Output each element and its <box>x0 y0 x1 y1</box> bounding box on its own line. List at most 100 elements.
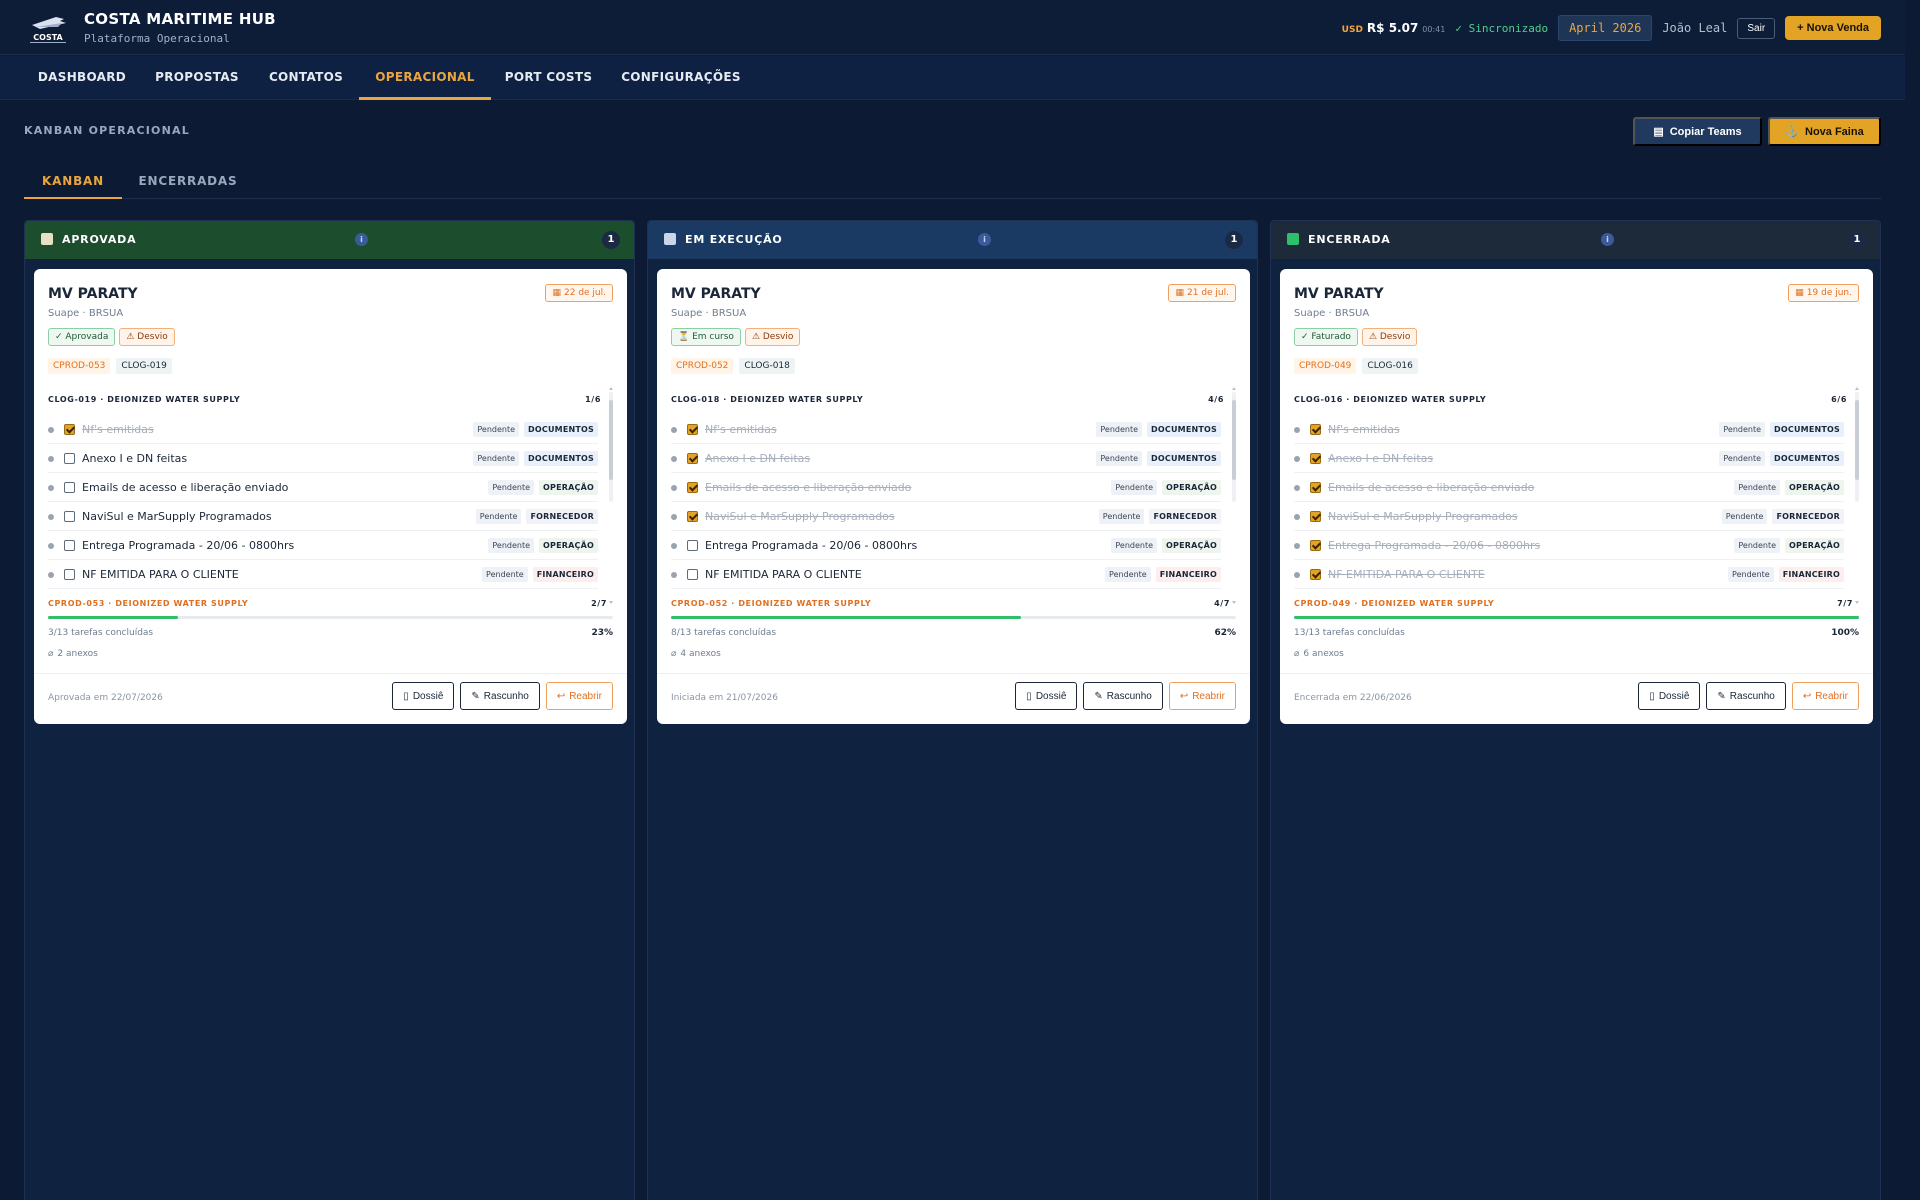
task-checkbox[interactable] <box>64 540 75 551</box>
info-icon[interactable]: i <box>1601 233 1614 246</box>
document-icon: ▯ <box>1649 690 1655 702</box>
task-checkbox[interactable] <box>1310 482 1321 493</box>
task-checkbox[interactable] <box>687 453 698 464</box>
task-checkbox[interactable] <box>1310 511 1321 522</box>
cprod-code[interactable]: CPROD-053 <box>48 358 111 374</box>
ship-logo-icon[interactable]: COSTA <box>26 11 70 45</box>
nav-dashboard[interactable]: DASHBOARD <box>24 56 140 100</box>
info-icon[interactable]: i <box>978 233 991 246</box>
scroll-up-icon[interactable] <box>1232 387 1236 390</box>
main-nav: DASHBOARD PROPOSTAS CONTATOS OPERACIONAL… <box>0 56 1905 100</box>
task-dot <box>1294 485 1300 491</box>
operation-card[interactable]: MV PARATY Suape · BRSUA ▦ 21 de jul. ⏳ E… <box>657 269 1250 724</box>
card-divider <box>1280 673 1873 674</box>
rascunho-button[interactable]: ✎ Rascunho <box>1706 682 1786 710</box>
rascunho-label: Rascunho <box>1729 690 1775 702</box>
rascunho-label: Rascunho <box>483 690 529 702</box>
scroll-thumb[interactable] <box>1855 400 1859 480</box>
nav-operacional[interactable]: OPERACIONAL <box>359 56 491 100</box>
dossie-button[interactable]: ▯ Dossiê <box>392 682 455 710</box>
card-divider <box>657 673 1250 674</box>
attachments[interactable]: ⌀ 2 anexos <box>48 649 98 659</box>
rascunho-button[interactable]: ✎ Rascunho <box>460 682 540 710</box>
column-title: EM EXECUÇÃO <box>685 233 783 246</box>
rascunho-button[interactable]: ✎ Rascunho <box>1083 682 1163 710</box>
month-selector[interactable]: April 2026 <box>1558 15 1653 41</box>
progress-bar <box>1294 616 1859 619</box>
document-icon: ▯ <box>1026 690 1032 702</box>
task-category: OPERAÇÃO <box>1785 480 1844 495</box>
chevron-down-icon[interactable] <box>609 601 613 604</box>
attachments[interactable]: ⌀ 4 anexos <box>671 649 721 659</box>
task-checkbox[interactable] <box>687 511 698 522</box>
subsection-header[interactable]: CPROD-049 · DEIONIZED WATER SUPPLY 7/7 <box>1294 599 1859 608</box>
task-checkbox[interactable] <box>687 482 698 493</box>
task-checkbox[interactable] <box>1310 453 1321 464</box>
scroll-thumb[interactable] <box>609 400 613 480</box>
logout-button[interactable]: Sair <box>1737 17 1776 39</box>
task-checkbox[interactable] <box>64 511 75 522</box>
column-header: APROVADA i 1 <box>25 221 634 259</box>
operation-card[interactable]: MV PARATY Suape · BRSUA ▦ 22 de jul. ✓ A… <box>34 269 627 724</box>
task-tags: Pendente FORNECEDOR <box>1721 509 1844 524</box>
attachments[interactable]: ⌀ 6 anexos <box>1294 649 1344 659</box>
chevron-down-icon[interactable] <box>1232 601 1236 604</box>
scroll-thumb[interactable] <box>1232 400 1236 480</box>
progress-bar <box>671 616 1236 619</box>
task-row: Entrega Programada - 20/06 - 0800hrs Pen… <box>48 531 598 560</box>
scroll-up-icon[interactable] <box>609 387 613 390</box>
nav-configuracoes[interactable]: CONFIGURAÇÕES <box>612 56 750 100</box>
nav-propostas[interactable]: PROPOSTAS <box>150 56 244 100</box>
operation-card[interactable]: MV PARATY Suape · BRSUA ▦ 19 de jun. ✓ F… <box>1280 269 1873 724</box>
task-checkbox[interactable] <box>687 569 698 580</box>
task-checkbox[interactable] <box>687 540 698 551</box>
tab-encerradas[interactable]: ENCERRADAS <box>122 162 254 199</box>
task-checkbox[interactable] <box>1310 540 1321 551</box>
new-faina-button[interactable]: ⚓ Nova Faina <box>1768 117 1881 146</box>
subsection-header[interactable]: CPROD-052 · DEIONIZED WATER SUPPLY 4/7 <box>671 599 1236 608</box>
kanban-column: ENCERRADA i 1 MV PARATY Suape · BRSUA ▦ … <box>1270 220 1881 1200</box>
task-checkbox[interactable] <box>1310 569 1321 580</box>
task-category: DOCUMENTOS <box>524 422 598 437</box>
task-tags: Pendente OPERAÇÃO <box>1734 480 1844 495</box>
tab-kanban[interactable]: KANBAN <box>24 162 122 199</box>
clog-code[interactable]: CLOG-018 <box>739 358 795 374</box>
scroll-up-icon[interactable] <box>1855 387 1859 390</box>
task-checkbox[interactable] <box>64 569 75 580</box>
task-checkbox[interactable] <box>1310 424 1321 435</box>
checklist-scrollbar[interactable] <box>1232 392 1236 502</box>
copy-teams-button[interactable]: ▤ Copiar Teams <box>1633 117 1762 146</box>
reabrir-button[interactable]: ↩ Reabrir <box>1791 682 1859 710</box>
task-checkbox[interactable] <box>687 424 698 435</box>
exchange-rate: USD R$ 5.07 00:41 <box>1342 21 1446 35</box>
task-tags: Pendente DOCUMENTOS <box>1096 451 1221 466</box>
nav-contatos[interactable]: CONTATOS <box>262 56 350 100</box>
info-icon[interactable]: i <box>355 233 368 246</box>
progress-fill <box>671 616 1022 619</box>
reabrir-button[interactable]: ↩ Reabrir <box>1168 682 1236 710</box>
kanban-column: EM EXECUÇÃO i 1 MV PARATY Suape · BRSUA … <box>647 220 1258 1200</box>
dossie-button[interactable]: ▯ Dossiê <box>1638 682 1701 710</box>
task-status: Pendente <box>482 567 528 582</box>
reabrir-label: Reabrir <box>1815 690 1848 702</box>
nav-port-costs[interactable]: PORT COSTS <box>500 56 597 100</box>
checklist: Nf's emitidas Pendente DOCUMENTOS Anexo … <box>48 415 598 589</box>
task-checkbox[interactable] <box>64 424 75 435</box>
cprod-code[interactable]: CPROD-052 <box>671 358 734 374</box>
chevron-down-icon[interactable] <box>1855 601 1859 604</box>
new-sale-button[interactable]: + Nova Venda <box>1785 16 1881 40</box>
task-checkbox[interactable] <box>64 453 75 464</box>
reabrir-label: Reabrir <box>1192 690 1225 702</box>
checklist-scrollbar[interactable] <box>609 392 613 502</box>
checklist-scrollbar[interactable] <box>1855 392 1859 502</box>
subsection-header[interactable]: CPROD-053 · DEIONIZED WATER SUPPLY 2/7 <box>48 599 613 608</box>
task-checkbox[interactable] <box>64 482 75 493</box>
task-row: Nf's emitidas Pendente DOCUMENTOS <box>48 415 598 444</box>
dossie-label: Dossiê <box>1035 690 1067 702</box>
clog-code[interactable]: CLOG-016 <box>1362 358 1418 374</box>
task-row: NF EMITIDA PARA O CLIENTE Pendente FINAN… <box>48 560 598 589</box>
dossie-button[interactable]: ▯ Dossiê <box>1015 682 1078 710</box>
reabrir-button[interactable]: ↩ Reabrir <box>545 682 613 710</box>
clog-code[interactable]: CLOG-019 <box>116 358 172 374</box>
cprod-code[interactable]: CPROD-049 <box>1294 358 1357 374</box>
